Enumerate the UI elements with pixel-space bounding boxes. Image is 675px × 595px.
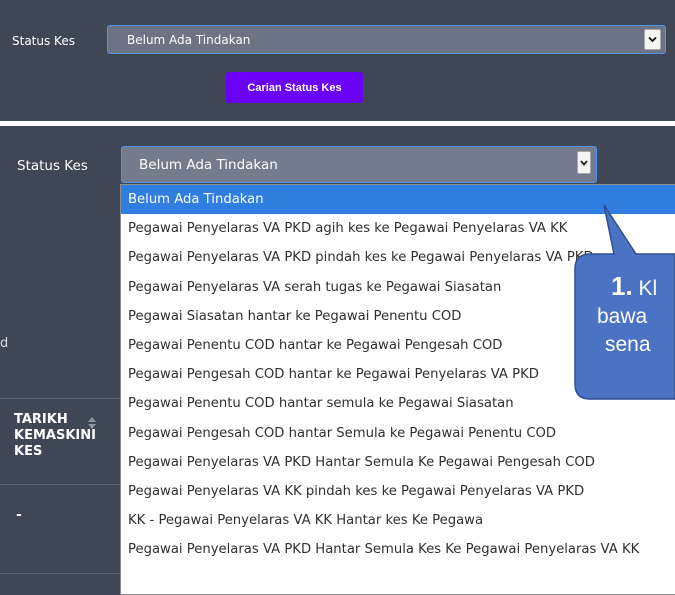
callout-line2: bawa <box>597 305 648 328</box>
callout-text: 1. Kl bawa sena <box>575 272 675 359</box>
callout-line3: sena <box>605 333 651 356</box>
callout-bubble <box>574 204 675 400</box>
callout-line1: Kl <box>638 277 658 300</box>
callout-number: 1. <box>611 271 633 301</box>
